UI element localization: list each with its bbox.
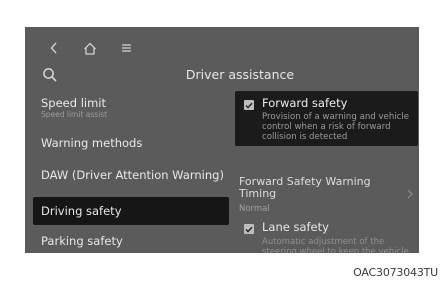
figure-code: OAC3073043TU [353, 266, 438, 279]
home-icon[interactable] [82, 41, 98, 55]
forward-safety-checkbox[interactable] [244, 100, 254, 110]
lane-safety-description: Automatic adjustment of the steering whe… [262, 237, 409, 253]
menu-item-label: Speed limit [41, 96, 107, 110]
infotainment-screen: Driver assistance Speed limit Speed limi… [25, 27, 419, 253]
menu-item-label: Warning methods [41, 136, 143, 150]
search-icon[interactable] [42, 67, 58, 83]
forward-safety-warning-timing-value: Normal [239, 204, 270, 214]
settings-panel: Forward safety Provision of a warning an… [235, 89, 419, 253]
forward-safety-item[interactable]: Forward safety Provision of a warning an… [235, 91, 418, 146]
menu-icon[interactable] [118, 41, 134, 55]
forward-safety-label: Forward safety [262, 96, 348, 110]
menu-item-label: Parking safety [41, 234, 123, 248]
forward-safety-description: Provision of a warning and vehicle contr… [262, 112, 410, 142]
check-icon [245, 102, 253, 109]
page-title: Driver assistance [185, 67, 295, 82]
menu-item-label: DAW (Driver Attention Warning) [41, 168, 224, 182]
menu-item-driving-safety[interactable]: Driving safety [33, 197, 229, 225]
menu-item-speed-limit[interactable]: Speed limit Speed limit assist [33, 96, 229, 119]
lane-safety-label: Lane safety [262, 220, 329, 234]
chevron-right-icon [407, 189, 413, 202]
check-icon [245, 226, 253, 233]
menu-item-sublabel: Speed limit assist [41, 110, 108, 119]
menu-item-daw[interactable]: DAW (Driver Attention Warning) [33, 168, 229, 182]
lane-safety-checkbox[interactable] [244, 224, 254, 234]
chevron-left-icon[interactable] [46, 41, 62, 55]
menu-item-warning-methods[interactable]: Warning methods [33, 136, 229, 150]
forward-safety-warning-timing-label: Forward Safety Warning Timing [239, 175, 371, 200]
menu-item-parking-safety[interactable]: Parking safety [33, 234, 229, 248]
figure: Driver assistance Speed limit Speed limi… [0, 0, 441, 284]
menu-item-label: Driving safety [41, 204, 122, 218]
